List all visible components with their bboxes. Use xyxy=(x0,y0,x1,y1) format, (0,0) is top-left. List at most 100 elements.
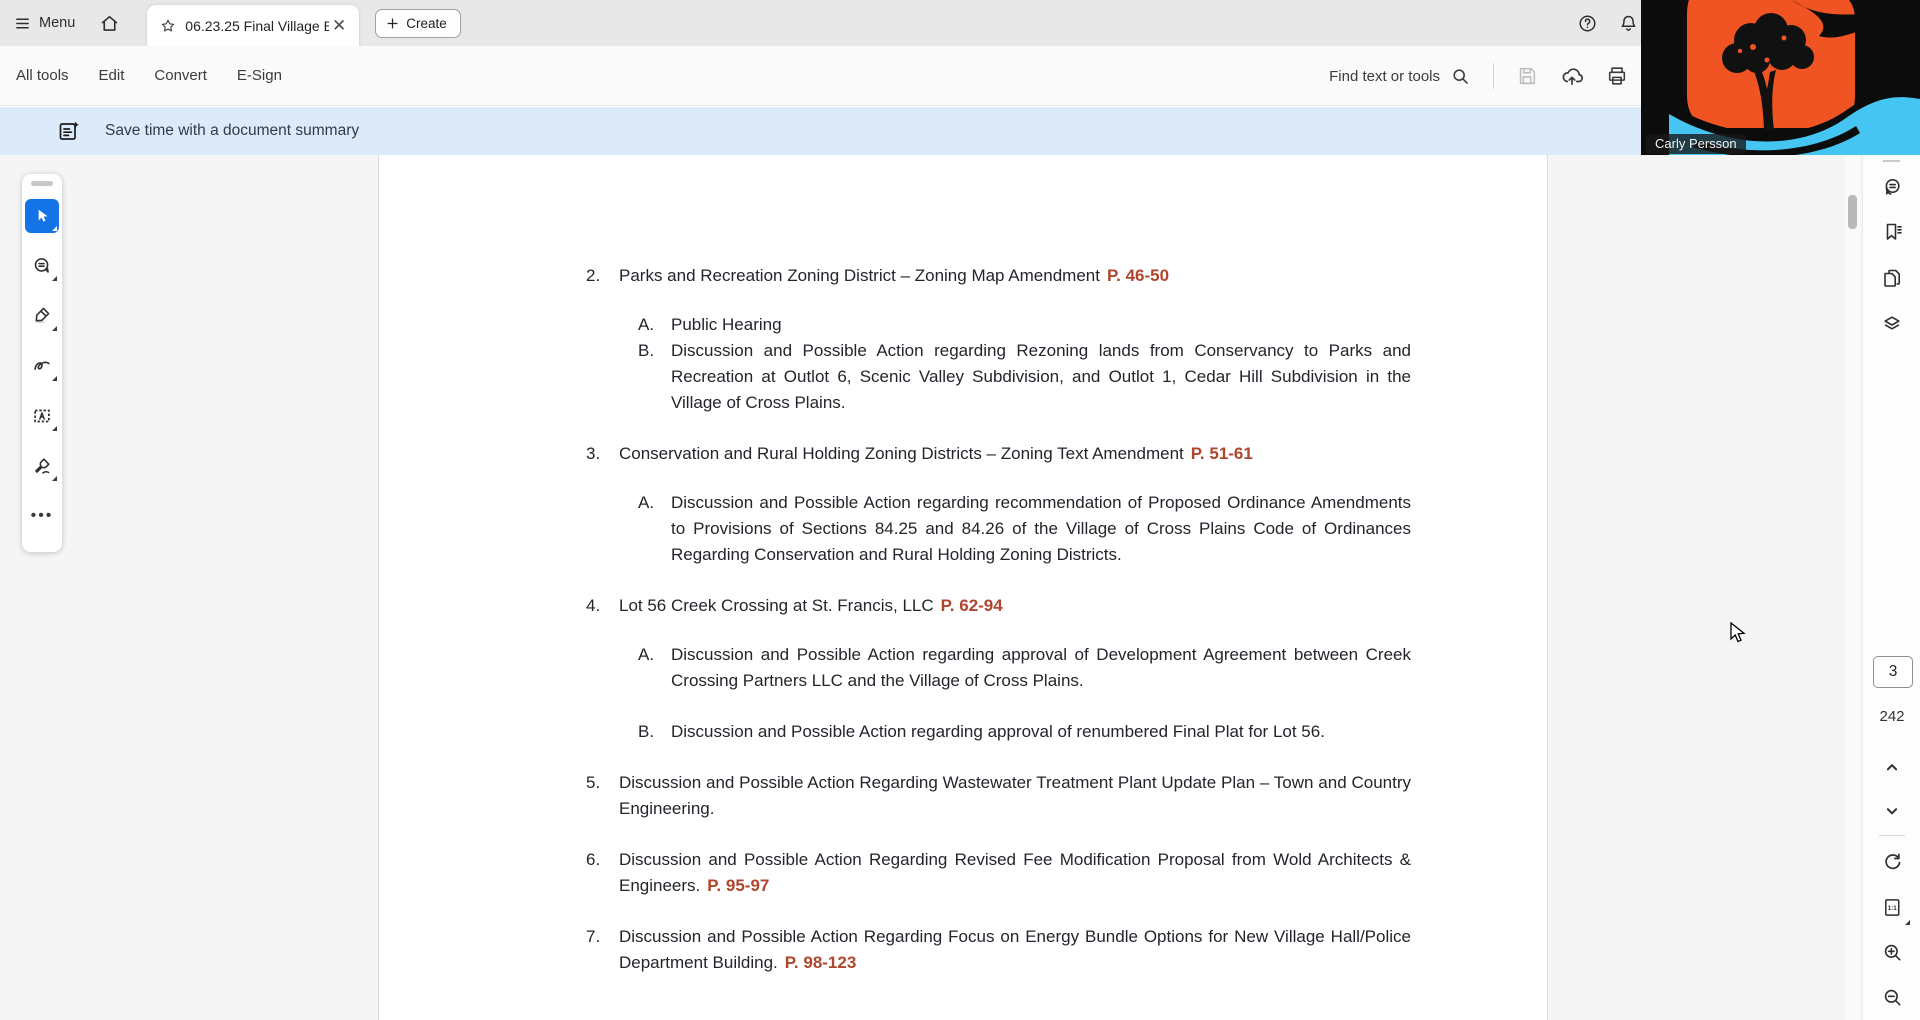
bookmarks-panel-button[interactable] xyxy=(1872,212,1912,252)
fill-and-sign-tool-button[interactable] xyxy=(25,449,59,483)
home-button[interactable] xyxy=(89,0,129,46)
pdf-page: 2. Parks and Recreation Zoning District … xyxy=(378,155,1548,1020)
home-icon xyxy=(101,15,118,31)
item-title: Conservation and Rural Holding Zoning Di… xyxy=(619,444,1253,463)
comment-bubble-icon xyxy=(34,258,49,273)
select-text-box-tool-button[interactable] xyxy=(25,399,59,433)
item-number: 3. xyxy=(586,444,601,463)
item-title: Lot 56 Creek Crossing at St. Francis, LL… xyxy=(619,596,1003,615)
sub-text: Discussion and Possible Action regarding… xyxy=(671,645,1411,690)
next-page-button[interactable] xyxy=(1872,791,1912,831)
tab-bar: Menu 06.23.25 Final Village Bo... ✕ Crea… xyxy=(0,0,1920,46)
total-pages-label: 242 xyxy=(1879,708,1905,725)
acrobat-window: Menu 06.23.25 Final Village Bo... ✕ Crea… xyxy=(0,0,1920,1020)
rotate-page-button[interactable] xyxy=(1872,842,1912,882)
printer-icon xyxy=(1608,67,1626,85)
help-icon xyxy=(1579,14,1596,32)
submenu-marker xyxy=(52,426,57,431)
convert-menu[interactable]: Convert xyxy=(154,67,207,84)
sub-item: A. Public Hearing xyxy=(638,312,1411,338)
close-tab-icon[interactable]: ✕ xyxy=(329,17,349,34)
agenda-item-5: 5. Discussion and Possible Action Regard… xyxy=(586,770,1411,822)
save-button[interactable] xyxy=(1516,65,1538,87)
vertical-scrollbar[interactable] xyxy=(1845,155,1860,1020)
comments-panel-button[interactable] xyxy=(1872,168,1912,208)
pages-copy-icon xyxy=(1884,269,1900,287)
hamburger-icon xyxy=(16,18,29,28)
cloud-upload-icon xyxy=(1562,68,1584,86)
layers-panel-button[interactable] xyxy=(1872,303,1912,343)
page-thumbnails-button[interactable] xyxy=(1872,258,1912,298)
sub-item: A. Discussion and Possible Action regard… xyxy=(638,642,1411,694)
create-button[interactable]: Create xyxy=(375,8,461,38)
agenda-item-3: 3. Conservation and Rural Holding Zoning… xyxy=(586,441,1411,568)
page-number-input[interactable] xyxy=(1873,656,1913,688)
rail-divider-dash xyxy=(1883,160,1900,162)
page-fit-button[interactable]: 1:1 xyxy=(1872,887,1912,927)
item-number: 5. xyxy=(586,773,601,792)
sub-letter: B. xyxy=(638,341,655,360)
sub-text: Discussion and Possible Action regarding… xyxy=(671,493,1411,564)
share-cloud-button[interactable] xyxy=(1560,64,1584,88)
sub-letter: B. xyxy=(638,722,655,741)
draw-pen-icon xyxy=(34,361,50,371)
ellipsis-icon: ••• xyxy=(30,507,54,524)
notifications-button[interactable] xyxy=(1618,13,1639,34)
add-comment-tool-button[interactable] xyxy=(25,249,59,283)
edit-menu[interactable]: Edit xyxy=(99,67,125,84)
right-navigation-rail: 242 1:1 xyxy=(1862,155,1920,1020)
agenda-item-2: 2. Parks and Recreation Zoning District … xyxy=(586,263,1411,416)
page-reference: P. 62-94 xyxy=(940,596,1003,615)
help-button[interactable] xyxy=(1577,13,1598,34)
summary-sparkle-icon xyxy=(59,121,79,140)
zoom-out-button[interactable] xyxy=(1872,977,1912,1017)
sub-text: Discussion and Possible Action regarding… xyxy=(671,341,1411,412)
sub-letter: A. xyxy=(638,645,655,664)
print-button[interactable] xyxy=(1606,65,1628,87)
highlight-tool-button[interactable] xyxy=(25,299,59,333)
agenda-content: 2. Parks and Recreation Zoning District … xyxy=(379,155,1547,976)
item-number: 4. xyxy=(586,596,601,615)
find-text-button[interactable]: Find text or tools xyxy=(1329,66,1471,87)
toolbar-divider xyxy=(1493,63,1494,89)
star-icon[interactable] xyxy=(159,17,177,35)
submenu-marker xyxy=(52,376,57,381)
submenu-marker xyxy=(52,326,57,331)
submenu-marker xyxy=(52,226,57,231)
rotate-clockwise-icon xyxy=(1884,853,1900,869)
zoom-in-icon xyxy=(1884,944,1901,961)
draw-tool-button[interactable] xyxy=(25,349,59,383)
sub-text: Public Hearing xyxy=(671,315,782,334)
page-reference: P. 51-61 xyxy=(1190,444,1253,463)
sub-item: B. Discussion and Possible Action regard… xyxy=(638,338,1411,416)
document-viewport[interactable]: 2. Parks and Recreation Zoning District … xyxy=(0,155,1862,1020)
more-tools-button[interactable]: ••• xyxy=(25,499,59,533)
sub-letter: A. xyxy=(638,315,655,334)
previous-page-button[interactable] xyxy=(1872,747,1912,787)
sub-text: Discussion and Possible Action regarding… xyxy=(671,722,1325,741)
document-tab[interactable]: 06.23.25 Final Village Bo... ✕ xyxy=(147,5,360,46)
submenu-marker xyxy=(1905,920,1910,925)
select-tool-button[interactable] xyxy=(25,199,59,233)
sub-item: A. Discussion and Possible Action regard… xyxy=(638,490,1411,568)
search-icon xyxy=(1453,68,1468,84)
comments-icon xyxy=(1885,179,1900,195)
participant-name-label: Carly Persson xyxy=(1646,134,1746,154)
tab-title: 06.23.25 Final Village Bo... xyxy=(185,17,330,34)
page-fit-icon: 1:1 xyxy=(1884,898,1899,916)
scrollbar-thumb[interactable] xyxy=(1848,195,1857,229)
esign-menu[interactable]: E-Sign xyxy=(237,67,282,84)
menu-button[interactable]: Menu xyxy=(0,0,89,46)
item-number: 2. xyxy=(586,266,601,285)
sub-item: B. Discussion and Possible Action regard… xyxy=(638,719,1411,745)
zoom-in-button[interactable] xyxy=(1872,932,1912,972)
all-tools-menu[interactable]: All tools xyxy=(16,67,69,84)
panel-drag-handle[interactable] xyxy=(31,181,53,186)
village-logo-image xyxy=(1641,0,1920,158)
document-summary-banner[interactable]: Save time with a document summary xyxy=(0,107,1920,155)
video-participant-tile[interactable]: Carly Persson xyxy=(1641,0,1920,158)
agenda-item-4: 4. Lot 56 Creek Crossing at St. Francis,… xyxy=(586,593,1411,745)
bell-icon xyxy=(1621,15,1636,31)
layers-icon xyxy=(1884,316,1900,330)
submenu-marker xyxy=(52,276,57,281)
